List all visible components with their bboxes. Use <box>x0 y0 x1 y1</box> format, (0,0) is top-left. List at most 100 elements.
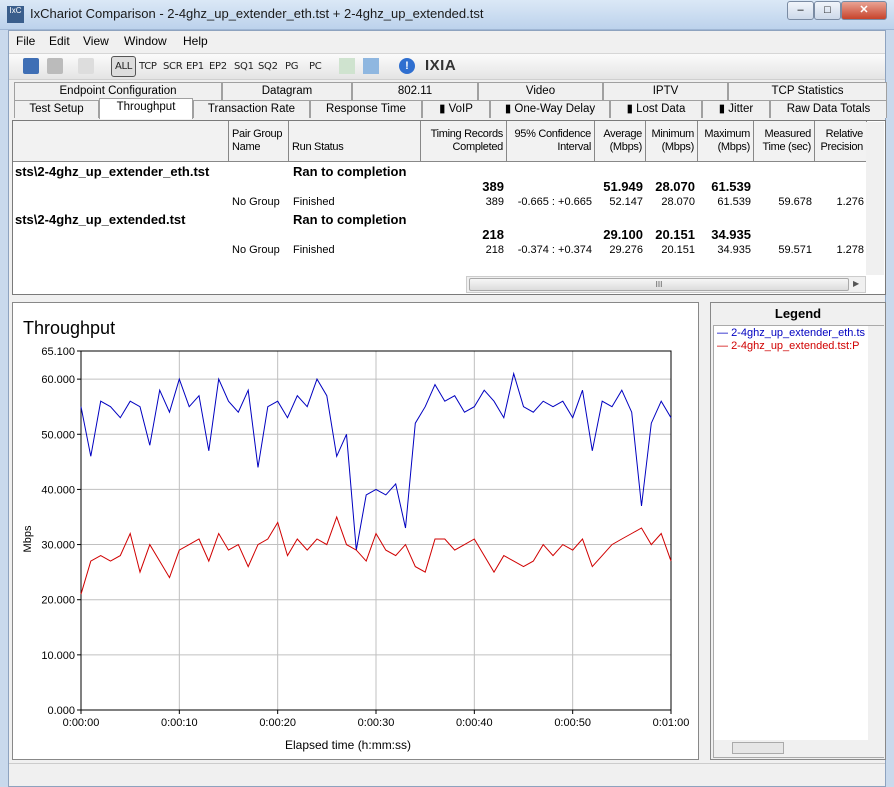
window-title: IxChariot Comparison - 2-4ghz_up_extende… <box>30 6 484 21</box>
legend-vertical-scrollbar[interactable] <box>868 326 884 740</box>
test-file-name[interactable]: sts\2-4ghz_up_extended.tst <box>15 212 186 227</box>
tab-iptv[interactable]: IPTV <box>603 82 728 100</box>
summary-records: 389 <box>482 179 504 194</box>
filter-ep1[interactable]: EP1 <box>186 61 204 72</box>
col-header-confidence[interactable]: 95% Confidence Interval <box>507 121 595 162</box>
pair-maximum: 61.539 <box>717 196 751 208</box>
filter-tcp[interactable]: TCP <box>139 61 157 72</box>
pair-status: Finished <box>293 244 335 256</box>
ixia-logo: IXIA <box>425 57 457 74</box>
pair-average: 52.147 <box>609 196 643 208</box>
tab-datagram[interactable]: Datagram <box>222 82 352 100</box>
tab-jitter[interactable]: ▮ Jitter <box>702 100 770 118</box>
phone-icon: ▮ <box>626 103 637 115</box>
pair-precision: 1.276 <box>836 196 864 208</box>
col-header-maximum[interactable]: Maximum (Mbps) <box>698 121 754 162</box>
y-tick-label: 30.000 <box>41 540 75 552</box>
summary-minimum: 28.070 <box>655 179 695 194</box>
pair-precision: 1.278 <box>836 244 864 256</box>
col-header-run-status[interactable]: Run Status <box>289 121 421 162</box>
y-tick-label: 50.000 <box>41 429 75 441</box>
col-header-name[interactable] <box>13 121 229 162</box>
menu-file[interactable]: File <box>16 34 35 48</box>
tab-lost-data-label: Lost Data <box>636 103 686 115</box>
close-button[interactable]: ✕ <box>841 1 887 20</box>
legend-item[interactable]: — 2-4ghz_up_extender_eth.ts <box>717 327 869 339</box>
legend-horizontal-scrollbar[interactable] <box>714 740 884 757</box>
summary-average: 29.100 <box>603 227 643 242</box>
legend-title: Legend <box>774 306 822 321</box>
table-horizontal-scrollbar[interactable]: III ▶ <box>466 276 866 293</box>
y-tick-label: 0.000 <box>47 705 75 717</box>
y-tick-label: 60.000 <box>41 374 75 386</box>
y-axis-label: Mbps <box>22 525 34 552</box>
x-tick-label: 0:00:30 <box>358 717 395 729</box>
col-header-relative-precision[interactable]: Relative Precision <box>815 121 867 162</box>
tab-one-way-delay[interactable]: ▮ One-Way Delay <box>490 100 610 118</box>
tab-video[interactable]: Video <box>478 82 603 100</box>
x-tick-label: 0:01:00 <box>653 717 690 729</box>
menu-window[interactable]: Window <box>124 34 167 48</box>
col-header-timing-records[interactable]: Timing Records Completed <box>421 121 507 162</box>
x-axis-label: Elapsed time (h:mm:ss) <box>285 738 411 752</box>
pair-ci: -0.665 : +0.665 <box>517 196 592 208</box>
filter-all-label: ALL <box>115 61 133 72</box>
menu-edit[interactable]: Edit <box>49 34 70 48</box>
print-icon[interactable] <box>47 58 63 74</box>
test-file-name[interactable]: sts\2-4ghz_up_extender_eth.tst <box>15 164 209 179</box>
scroll-thumb[interactable]: III <box>469 278 849 291</box>
y-tick-label: 20.000 <box>41 595 75 607</box>
legend-item-label: 2-4ghz_up_extender_eth.ts <box>731 327 865 339</box>
pair-records: 389 <box>485 196 504 208</box>
menu-bar: File Edit View Window Help <box>9 31 885 52</box>
tab-one-way-delay-label: One-Way Delay <box>514 103 596 115</box>
chart-panel: Throughput Elapsed time (h:mm:ss) Mbps 0… <box>12 302 699 760</box>
filter-pc[interactable]: PC <box>309 61 322 72</box>
menu-view[interactable]: View <box>83 34 109 48</box>
maximize-button[interactable]: □ <box>814 1 841 20</box>
chart-title: Throughput <box>23 318 115 338</box>
pair-group: No Group <box>232 196 280 208</box>
test-run-status: Ran to completion <box>293 164 407 179</box>
info-icon[interactable]: ! <box>399 58 415 74</box>
col-header-average[interactable]: Average (Mbps) <box>595 121 646 162</box>
pair-maximum: 34.935 <box>717 244 751 256</box>
summary-minimum: 20.151 <box>655 227 695 242</box>
legend-item[interactable]: — 2-4ghz_up_extended.tst:P <box>717 340 869 352</box>
tab-test-setup[interactable]: Test Setup <box>14 100 99 118</box>
summary-maximum: 61.539 <box>711 179 751 194</box>
filter-pg[interactable]: PG <box>285 61 298 72</box>
pair-measured-time: 59.678 <box>778 196 812 208</box>
filter-scr[interactable]: SCR <box>163 61 183 72</box>
app-icon: IxC <box>7 6 24 23</box>
tab-transaction-rate[interactable]: Transaction Rate <box>193 100 310 118</box>
phone-icon: ▮ <box>439 103 449 115</box>
save-icon[interactable] <box>23 58 39 74</box>
filter-ep2[interactable]: EP2 <box>209 61 227 72</box>
col-header-minimum[interactable]: Minimum (Mbps) <box>646 121 698 162</box>
pair-status: Finished <box>293 196 335 208</box>
menu-help[interactable]: Help <box>183 34 208 48</box>
scroll-thumb[interactable] <box>732 742 784 754</box>
scroll-right-arrow-icon[interactable]: ▶ <box>853 279 859 288</box>
tab-voip[interactable]: ▮ VoIP <box>422 100 490 118</box>
tab-lost-data[interactable]: ▮ Lost Data <box>610 100 702 118</box>
minimize-button[interactable]: – <box>787 1 814 20</box>
table-vertical-scrollbar[interactable] <box>866 122 884 275</box>
tab-802-11[interactable]: 802.11 <box>352 82 478 100</box>
save-as-icon[interactable] <box>363 58 379 74</box>
tab-raw-data-totals[interactable]: Raw Data Totals <box>770 100 887 118</box>
filter-sq2[interactable]: SQ2 <box>258 61 278 72</box>
tab-response-time[interactable]: Response Time <box>310 100 422 118</box>
pair-records: 218 <box>485 244 504 256</box>
throughput-chart: Throughput Elapsed time (h:mm:ss) Mbps 0… <box>22 318 690 752</box>
phone-icon: ▮ <box>718 103 729 115</box>
tab-tcp-statistics[interactable]: TCP Statistics <box>728 82 887 100</box>
export-icon[interactable] <box>339 58 355 74</box>
filter-sq1[interactable]: SQ1 <box>234 61 254 72</box>
y-tick-label: 65.100 <box>41 346 75 358</box>
copy-icon[interactable] <box>78 58 94 74</box>
col-header-measured-time[interactable]: Measured Time (sec) <box>754 121 815 162</box>
col-header-pair-group[interactable]: Pair Group Name <box>229 121 289 162</box>
tab-throughput[interactable]: Throughput <box>99 98 193 119</box>
